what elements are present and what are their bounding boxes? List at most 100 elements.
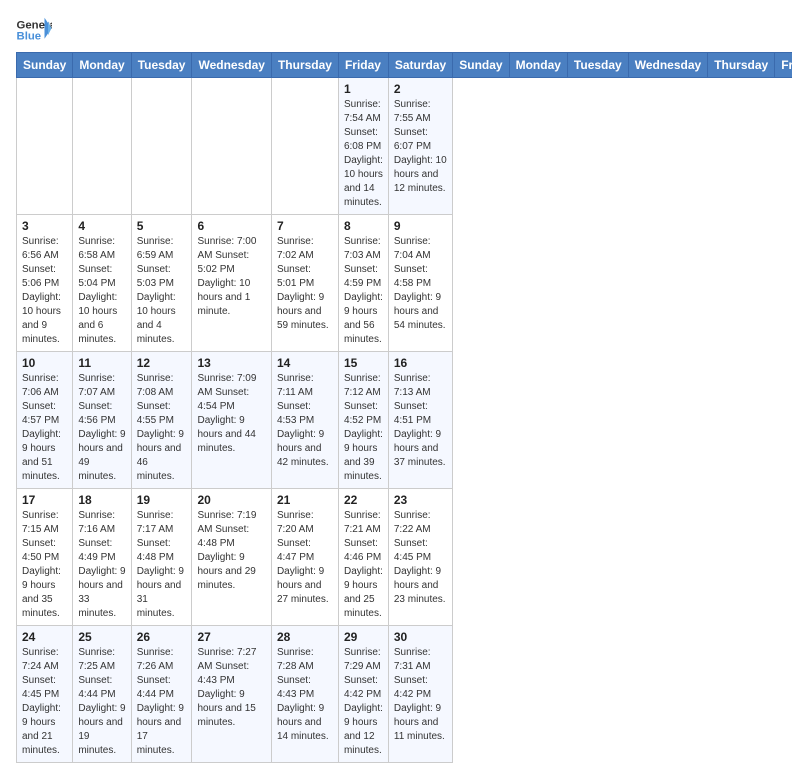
- day-info: Sunrise: 7:15 AM Sunset: 4:50 PM Dayligh…: [22, 509, 67, 621]
- day-number: 28: [277, 630, 333, 644]
- col-header-thursday: Thursday: [708, 53, 775, 78]
- day-cell: 17 Sunrise: 7:15 AM Sunset: 4:50 PM Dayli…: [17, 489, 73, 626]
- header: General Blue: [16, 16, 776, 44]
- day-number: 16: [394, 356, 447, 370]
- day-number: 7: [277, 219, 333, 233]
- day-cell: [192, 78, 271, 215]
- day-number: 17: [22, 493, 67, 507]
- day-info: Sunrise: 7:27 AM Sunset: 4:43 PM Dayligh…: [197, 646, 265, 730]
- calendar-table: SundayMondayTuesdayWednesdayThursdayFrid…: [16, 52, 792, 763]
- day-number: 26: [137, 630, 187, 644]
- day-info: Sunrise: 7:13 AM Sunset: 4:51 PM Dayligh…: [394, 372, 447, 470]
- day-cell: 23Sunrise: 7:22 AM Sunset: 4:45 PM Dayli…: [388, 489, 452, 626]
- day-cell: 6Sunrise: 7:00 AM Sunset: 5:02 PM Daylig…: [192, 215, 271, 352]
- day-cell: [17, 78, 73, 215]
- col-header-sunday: Sunday: [17, 53, 73, 78]
- day-info: Sunrise: 6:58 AM Sunset: 5:04 PM Dayligh…: [78, 235, 125, 347]
- day-cell: 12 Sunrise: 7:08 AM Sunset: 4:55 PM Dayli…: [131, 352, 192, 489]
- day-info: Sunrise: 6:59 AM Sunset: 5:03 PM Dayligh…: [137, 235, 187, 347]
- col-header-monday: Monday: [73, 53, 131, 78]
- day-cell: 7 Sunrise: 7:02 AM Sunset: 5:01 PM Daylig…: [271, 215, 338, 352]
- day-number: 12: [137, 356, 187, 370]
- col-header-saturday: Saturday: [388, 53, 452, 78]
- day-info: Sunrise: 7:24 AM Sunset: 4:45 PM Dayligh…: [22, 646, 67, 758]
- day-number: 21: [277, 493, 333, 507]
- col-header-sunday: Sunday: [453, 53, 509, 78]
- day-info: Sunrise: 7:55 AM Sunset: 6:07 PM Dayligh…: [394, 98, 447, 196]
- day-info: Sunrise: 7:09 AM Sunset: 4:54 PM Dayligh…: [197, 372, 265, 456]
- day-cell: 21 Sunrise: 7:20 AM Sunset: 4:47 PM Dayli…: [271, 489, 338, 626]
- day-info: Sunrise: 7:26 AM Sunset: 4:44 PM Dayligh…: [137, 646, 187, 758]
- day-number: 23: [394, 493, 447, 507]
- day-info: Sunrise: 7:21 AM Sunset: 4:46 PM Dayligh…: [344, 509, 383, 621]
- day-cell: 2 Sunrise: 7:55 AM Sunset: 6:07 PM Daylig…: [388, 78, 452, 215]
- day-cell: 28 Sunrise: 7:28 AM Sunset: 4:43 PM Dayli…: [271, 626, 338, 763]
- day-number: 2: [394, 82, 447, 96]
- week-row-5: 24 Sunrise: 7:24 AM Sunset: 4:45 PM Dayli…: [17, 626, 792, 763]
- day-number: 8: [344, 219, 383, 233]
- day-cell: 10 Sunrise: 7:06 AM Sunset: 4:57 PM Dayli…: [17, 352, 73, 489]
- day-number: 5: [137, 219, 187, 233]
- day-info: Sunrise: 6:56 AM Sunset: 5:06 PM Dayligh…: [22, 235, 67, 347]
- svg-text:Blue: Blue: [17, 31, 42, 43]
- day-info: Sunrise: 7:08 AM Sunset: 4:55 PM Dayligh…: [137, 372, 187, 484]
- day-cell: 9 Sunrise: 7:04 AM Sunset: 4:58 PM Daylig…: [388, 215, 452, 352]
- day-cell: 4 Sunrise: 6:58 AM Sunset: 5:04 PM Daylig…: [73, 215, 131, 352]
- col-header-thursday: Thursday: [271, 53, 338, 78]
- day-number: 29: [344, 630, 383, 644]
- day-cell: 20 Sunrise: 7:19 AM Sunset: 4:48 PM Dayli…: [192, 489, 271, 626]
- day-info: Sunrise: 7:31 AM Sunset: 4:42 PM Dayligh…: [394, 646, 447, 744]
- day-number: 10: [22, 356, 67, 370]
- day-number: 11: [78, 356, 125, 370]
- day-info: Sunrise: 7:17 AM Sunset: 4:48 PM Dayligh…: [137, 509, 187, 621]
- day-cell: 3 Sunrise: 6:56 AM Sunset: 5:06 PM Daylig…: [17, 215, 73, 352]
- day-number: 14: [277, 356, 333, 370]
- day-cell: 26 Sunrise: 7:26 AM Sunset: 4:44 PM Dayli…: [131, 626, 192, 763]
- logo-icon: General Blue: [16, 16, 52, 44]
- day-number: 22: [344, 493, 383, 507]
- day-cell: 19 Sunrise: 7:17 AM Sunset: 4:48 PM Dayli…: [131, 489, 192, 626]
- day-number: 13: [197, 356, 265, 370]
- day-cell: 25 Sunrise: 7:25 AM Sunset: 4:44 PM Dayli…: [73, 626, 131, 763]
- day-number: 25: [78, 630, 125, 644]
- col-header-tuesday: Tuesday: [567, 53, 628, 78]
- day-cell: 16 Sunrise: 7:13 AM Sunset: 4:51 PM Dayli…: [388, 352, 452, 489]
- day-cell: 27 Sunrise: 7:27 AM Sunset: 4:43 PM Dayli…: [192, 626, 271, 763]
- day-cell: 18Sunrise: 7:16 AM Sunset: 4:49 PM Dayli…: [73, 489, 131, 626]
- week-row-3: 10 Sunrise: 7:06 AM Sunset: 4:57 PM Dayli…: [17, 352, 792, 489]
- day-cell: 13 Sunrise: 7:09 AM Sunset: 4:54 PM Dayli…: [192, 352, 271, 489]
- day-info: Sunrise: 7:02 AM Sunset: 5:01 PM Dayligh…: [277, 235, 333, 333]
- day-number: 27: [197, 630, 265, 644]
- day-number: 24: [22, 630, 67, 644]
- day-number: 1: [344, 82, 383, 96]
- day-number: 19: [137, 493, 187, 507]
- day-number: 20: [197, 493, 265, 507]
- day-cell: [131, 78, 192, 215]
- col-header-friday: Friday: [338, 53, 388, 78]
- day-cell: [73, 78, 131, 215]
- day-info: Sunrise: 7:28 AM Sunset: 4:43 PM Dayligh…: [277, 646, 333, 744]
- day-cell: 11 Sunrise: 7:07 AM Sunset: 4:56 PM Dayli…: [73, 352, 131, 489]
- day-info: Sunrise: 7:29 AM Sunset: 4:42 PM Dayligh…: [344, 646, 383, 758]
- day-info: Sunrise: 7:06 AM Sunset: 4:57 PM Dayligh…: [22, 372, 67, 484]
- logo: General Blue: [16, 16, 52, 44]
- day-info: Sunrise: 7:20 AM Sunset: 4:47 PM Dayligh…: [277, 509, 333, 607]
- day-number: 3: [22, 219, 67, 233]
- day-cell: 22 Sunrise: 7:21 AM Sunset: 4:46 PM Dayli…: [338, 489, 388, 626]
- day-number: 4: [78, 219, 125, 233]
- col-header-monday: Monday: [509, 53, 567, 78]
- day-cell: 30 Sunrise: 7:31 AM Sunset: 4:42 PM Dayli…: [388, 626, 452, 763]
- day-cell: 8Sunrise: 7:03 AM Sunset: 4:59 PM Daylig…: [338, 215, 388, 352]
- day-info: Sunrise: 7:19 AM Sunset: 4:48 PM Dayligh…: [197, 509, 265, 593]
- day-cell: 14Sunrise: 7:11 AM Sunset: 4:53 PM Dayli…: [271, 352, 338, 489]
- day-info: Sunrise: 7:12 AM Sunset: 4:52 PM Dayligh…: [344, 372, 383, 484]
- col-header-friday: Friday: [775, 53, 792, 78]
- col-header-wednesday: Wednesday: [192, 53, 271, 78]
- day-number: 9: [394, 219, 447, 233]
- day-info: Sunrise: 7:04 AM Sunset: 4:58 PM Dayligh…: [394, 235, 447, 333]
- day-info: Sunrise: 7:25 AM Sunset: 4:44 PM Dayligh…: [78, 646, 125, 758]
- day-number: 30: [394, 630, 447, 644]
- day-number: 15: [344, 356, 383, 370]
- day-info: Sunrise: 7:07 AM Sunset: 4:56 PM Dayligh…: [78, 372, 125, 484]
- day-info: Sunrise: 7:16 AM Sunset: 4:49 PM Dayligh…: [78, 509, 125, 621]
